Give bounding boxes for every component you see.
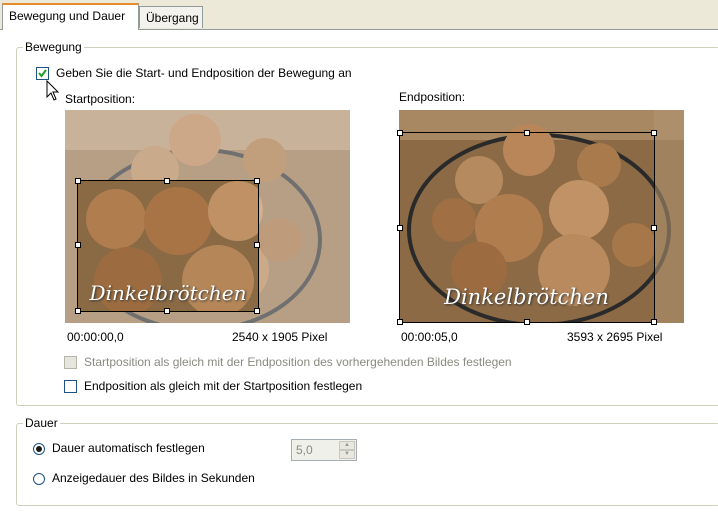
end-crop-frame[interactable] bbox=[399, 132, 655, 323]
start-caption: Dinkelbrötchen bbox=[89, 281, 247, 305]
tab-uebergang[interactable]: Übergang bbox=[139, 6, 203, 28]
resize-handle[interactable] bbox=[254, 178, 260, 184]
resize-handle[interactable] bbox=[254, 308, 260, 314]
duration-manual-label: Anzeigedauer des Bildes in Sekunden bbox=[52, 471, 255, 485]
duration-auto-radio[interactable] bbox=[33, 443, 45, 455]
resize-handle[interactable] bbox=[75, 242, 81, 248]
resize-handle[interactable] bbox=[164, 178, 170, 184]
seconds-stepper[interactable]: 5,0 ▲ ▼ bbox=[291, 439, 357, 461]
dauer-group: Dauer bbox=[16, 416, 718, 506]
duration-auto-label: Dauer automatisch festlegen bbox=[52, 441, 205, 455]
end-as-start-checkbox[interactable] bbox=[64, 380, 77, 393]
start-size: 2540 x 1905 Pixel bbox=[232, 330, 328, 344]
resize-handle[interactable] bbox=[75, 308, 81, 314]
resize-handle[interactable] bbox=[524, 319, 530, 325]
resize-handle[interactable] bbox=[397, 225, 403, 231]
end-position-title: Endposition: bbox=[399, 90, 466, 104]
tab-strip: Bewegung und Dauer Übergang bbox=[0, 0, 718, 30]
same-as-previous-checkbox[interactable] bbox=[64, 356, 77, 369]
resize-handle[interactable] bbox=[397, 319, 403, 325]
resize-handle[interactable] bbox=[651, 130, 657, 136]
specify-motion-label: Geben Sie die Start- und Endposition der… bbox=[56, 66, 352, 80]
duration-manual-radio[interactable] bbox=[33, 473, 45, 485]
start-position-title: Startposition: bbox=[65, 92, 136, 106]
resize-handle[interactable] bbox=[75, 178, 81, 184]
start-time: 00:00:00,0 bbox=[67, 330, 124, 344]
same-as-previous-label: Startposition als gleich mit der Endposi… bbox=[84, 355, 512, 369]
resize-handle[interactable] bbox=[651, 319, 657, 325]
stepper-up-icon[interactable]: ▲ bbox=[339, 441, 355, 450]
seconds-value: 5,0 bbox=[296, 443, 313, 457]
resize-handle[interactable] bbox=[397, 130, 403, 136]
bewegung-legend: Bewegung bbox=[25, 40, 82, 54]
start-crop-frame[interactable]: Dinkelbrötchen bbox=[77, 180, 259, 312]
end-time: 00:00:05,0 bbox=[401, 330, 458, 344]
end-as-start-label: Endposition als gleich mit der Startposi… bbox=[84, 379, 363, 393]
resize-handle[interactable] bbox=[524, 130, 530, 136]
stepper-down-icon[interactable]: ▼ bbox=[339, 450, 355, 459]
resize-handle[interactable] bbox=[164, 308, 170, 314]
dauer-legend: Dauer bbox=[25, 416, 58, 430]
tab-bewegung-und-dauer[interactable]: Bewegung und Dauer bbox=[2, 3, 139, 30]
mouse-cursor-icon bbox=[46, 80, 60, 101]
radio-selected-dot bbox=[36, 446, 42, 452]
resize-handle[interactable] bbox=[254, 242, 260, 248]
specify-motion-checkbox[interactable] bbox=[36, 67, 49, 80]
checkmark-icon bbox=[38, 69, 47, 78]
end-size: 3593 x 2695 Pixel bbox=[567, 330, 663, 344]
resize-handle[interactable] bbox=[651, 225, 657, 231]
